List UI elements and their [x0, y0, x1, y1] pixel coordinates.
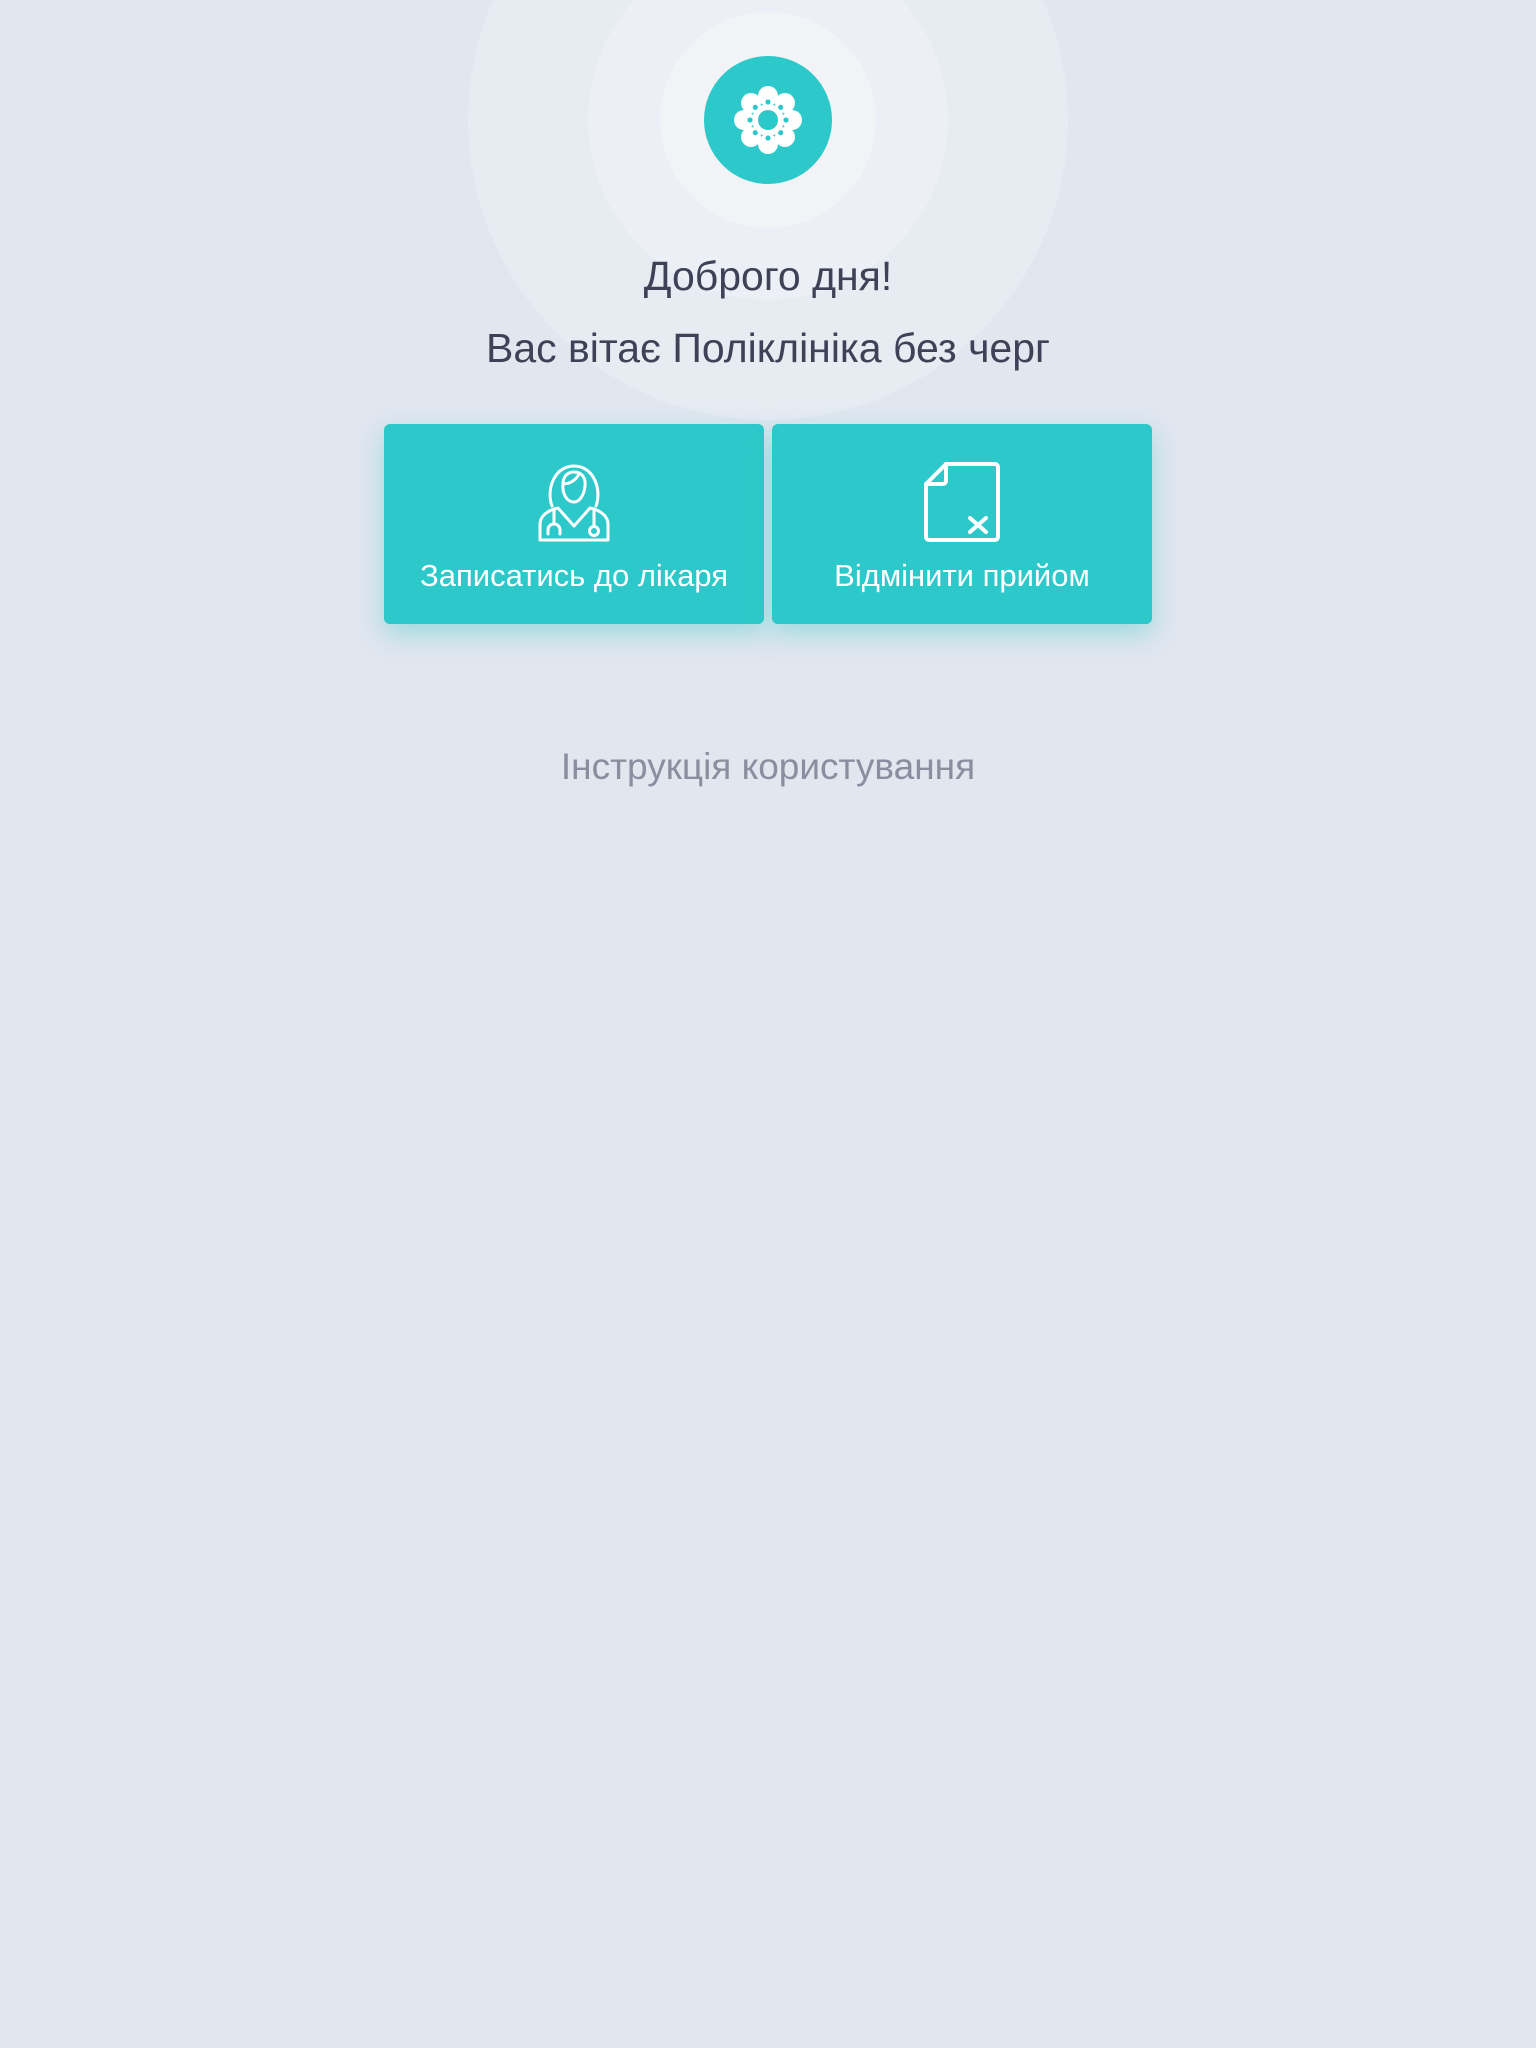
- doctor-icon: [532, 460, 616, 544]
- welcome-subtitle: Вас вітає Поліклініка без черг: [485, 325, 1050, 371]
- flower-icon: [734, 86, 802, 154]
- cancel-document-icon: [920, 460, 1004, 544]
- cancel-appointment-button[interactable]: Відмінити прийом: [772, 424, 1152, 624]
- book-doctor-button[interactable]: Записатись до лікаря: [384, 424, 764, 624]
- cancel-appointment-label: Відмінити прийом: [834, 558, 1090, 593]
- book-doctor-label: Записатись до лікаря: [420, 558, 728, 593]
- user-instructions-link[interactable]: Інструкція користування: [0, 742, 1536, 792]
- app-logo: [704, 56, 832, 184]
- greeting-title: Доброго дня!: [643, 253, 893, 299]
